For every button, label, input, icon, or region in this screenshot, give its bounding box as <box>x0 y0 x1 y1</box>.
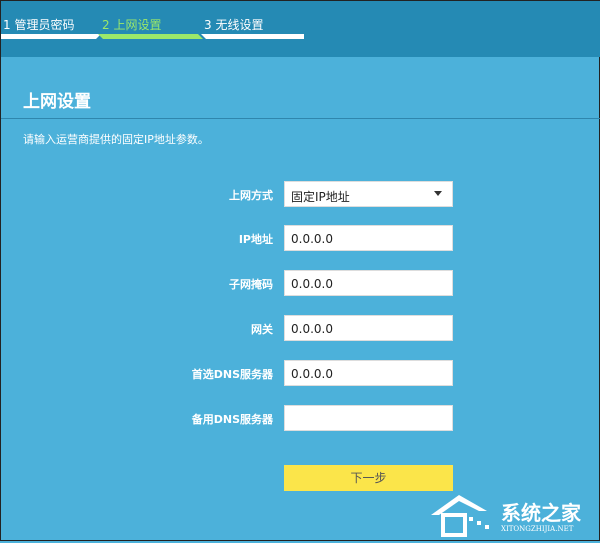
connection-type-value: 固定IP地址 <box>291 190 350 204</box>
ip-row: IP地址 0.0.0.0 <box>1 225 600 251</box>
ip-input[interactable]: 0.0.0.0 <box>284 225 453 251</box>
watermark-subtitle: XITONGZHIJIA.NET <box>501 525 574 533</box>
step-admin-password[interactable]: 1 管理员密码 <box>3 16 74 33</box>
next-button[interactable]: 下一步 <box>284 465 453 491</box>
step-bar-3 <box>201 34 304 39</box>
step-bar-2 <box>98 34 203 39</box>
connection-type-row: 上网方式 固定IP地址 <box>1 181 600 207</box>
dns2-label: 备用DNS服务器 <box>191 413 273 426</box>
gateway-input[interactable]: 0.0.0.0 <box>284 315 453 341</box>
divider <box>1 118 600 119</box>
watermark-title: 系统之家 <box>501 501 581 525</box>
page-title: 上网设置 <box>23 92 91 112</box>
connection-type-select[interactable]: 固定IP地址 <box>284 181 453 207</box>
dns1-row: 首选DNS服务器 0.0.0.0 <box>1 360 600 386</box>
mask-row: 子网掩码 0.0.0.0 <box>1 270 600 296</box>
watermark: 系统之家 XITONGZHIJIA.NET <box>429 489 600 542</box>
page-description: 请输入运营商提供的固定IP地址参数。 <box>23 133 209 146</box>
ip-label: IP地址 <box>238 233 273 246</box>
step-internet-settings[interactable]: 2 上网设置 <box>102 16 161 33</box>
dns1-label: 首选DNS服务器 <box>191 368 273 381</box>
house-logo-icon <box>431 495 489 537</box>
wizard-header: 1 管理员密码 2 上网设置 3 无线设置 <box>1 1 600 57</box>
dns1-input[interactable]: 0.0.0.0 <box>284 360 453 386</box>
dns2-input[interactable] <box>284 405 453 431</box>
gateway-row: 网关 0.0.0.0 <box>1 315 600 341</box>
dropdown-arrow-icon <box>434 191 442 196</box>
mask-input[interactable]: 0.0.0.0 <box>284 270 453 296</box>
mask-label: 子网掩码 <box>229 278 273 291</box>
step-bar-1 <box>1 34 101 39</box>
gateway-label: 网关 <box>251 323 273 336</box>
connection-type-label: 上网方式 <box>229 189 273 202</box>
step-wireless-settings[interactable]: 3 无线设置 <box>204 16 263 33</box>
dns2-row: 备用DNS服务器 <box>1 405 600 431</box>
